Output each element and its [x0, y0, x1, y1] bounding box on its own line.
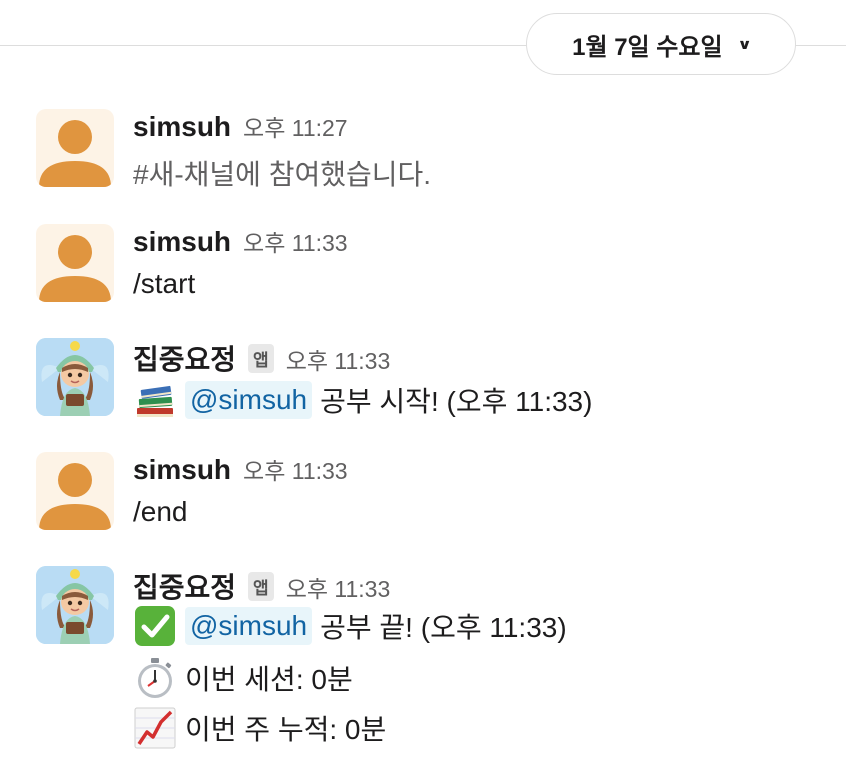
books-icon	[137, 385, 173, 417]
message-body: 공부 끝! (오후 11:33)	[320, 612, 567, 643]
author-name[interactable]: simsuh	[133, 226, 231, 258]
session-minutes: 이번 세션: 0분	[185, 664, 353, 695]
user-mention[interactable]: @simsuh	[185, 607, 313, 645]
message-header: simsuh 오후 11:33	[133, 452, 348, 490]
message-header: simsuh 오후 11:27	[133, 109, 348, 147]
author-name[interactable]: simsuh	[133, 454, 231, 486]
timestamp[interactable]: 오후 11:33	[286, 570, 391, 604]
user-avatar-icon	[39, 235, 111, 302]
timestamp[interactable]: 오후 11:27	[243, 109, 348, 143]
avatar[interactable]	[36, 566, 114, 644]
message-line: @simsuh 공부 끝! (오후 11:33)	[133, 604, 567, 648]
user-avatar-icon	[39, 463, 111, 530]
fairy-avatar-icon	[36, 338, 114, 416]
message-header: 집중요정 앱 오후 11:33	[133, 338, 390, 376]
date-jump-button[interactable]: 1월 7일 수요일 ∨	[526, 13, 796, 75]
command-text: /end	[133, 496, 188, 527]
author-name[interactable]: simsuh	[133, 111, 231, 143]
date-divider: 1월 7일 수요일 ∨	[0, 0, 846, 92]
avatar[interactable]	[36, 109, 114, 187]
message-body: 공부 시작! (오후 11:33)	[320, 386, 593, 417]
command-text: /start	[133, 268, 196, 299]
message-text: /end	[133, 496, 188, 528]
avatar[interactable]	[36, 224, 114, 302]
message-header: 집중요정 앱 오후 11:33	[133, 566, 390, 604]
stopwatch-icon	[138, 658, 172, 698]
weekly-total: 이번 주 누적: 0분	[185, 714, 387, 745]
message-header: simsuh 오후 11:33	[133, 224, 348, 262]
system-message: #새-채널에 참여했습니다.	[133, 159, 432, 190]
message-text: /start	[133, 268, 195, 300]
app-badge: 앱	[248, 572, 274, 601]
fairy-avatar-icon	[36, 566, 114, 644]
message-line: 이번 주 누적: 0분	[133, 706, 386, 750]
avatar[interactable]	[36, 452, 114, 530]
message-text: @simsuh 공부 시작! (오후 11:33)	[133, 378, 592, 422]
chart-increasing-icon	[134, 707, 176, 749]
chevron-down-icon: ∨	[736, 35, 752, 52]
check-mark-icon	[135, 606, 175, 646]
message-text: #새-채널에 참여했습니다.	[133, 153, 431, 193]
app-badge: 앱	[248, 344, 274, 373]
author-name[interactable]: 집중요정	[133, 338, 236, 378]
timestamp[interactable]: 오후 11:33	[286, 342, 391, 376]
message-line: 이번 세션: 0분	[133, 656, 353, 700]
user-avatar-icon	[39, 120, 111, 187]
timestamp[interactable]: 오후 11:33	[243, 224, 348, 258]
timestamp[interactable]: 오후 11:33	[243, 452, 348, 486]
date-label: 1월 7일 수요일	[572, 33, 723, 61]
avatar[interactable]	[36, 338, 114, 416]
user-mention[interactable]: @simsuh	[185, 381, 313, 419]
author-name[interactable]: 집중요정	[133, 566, 236, 606]
